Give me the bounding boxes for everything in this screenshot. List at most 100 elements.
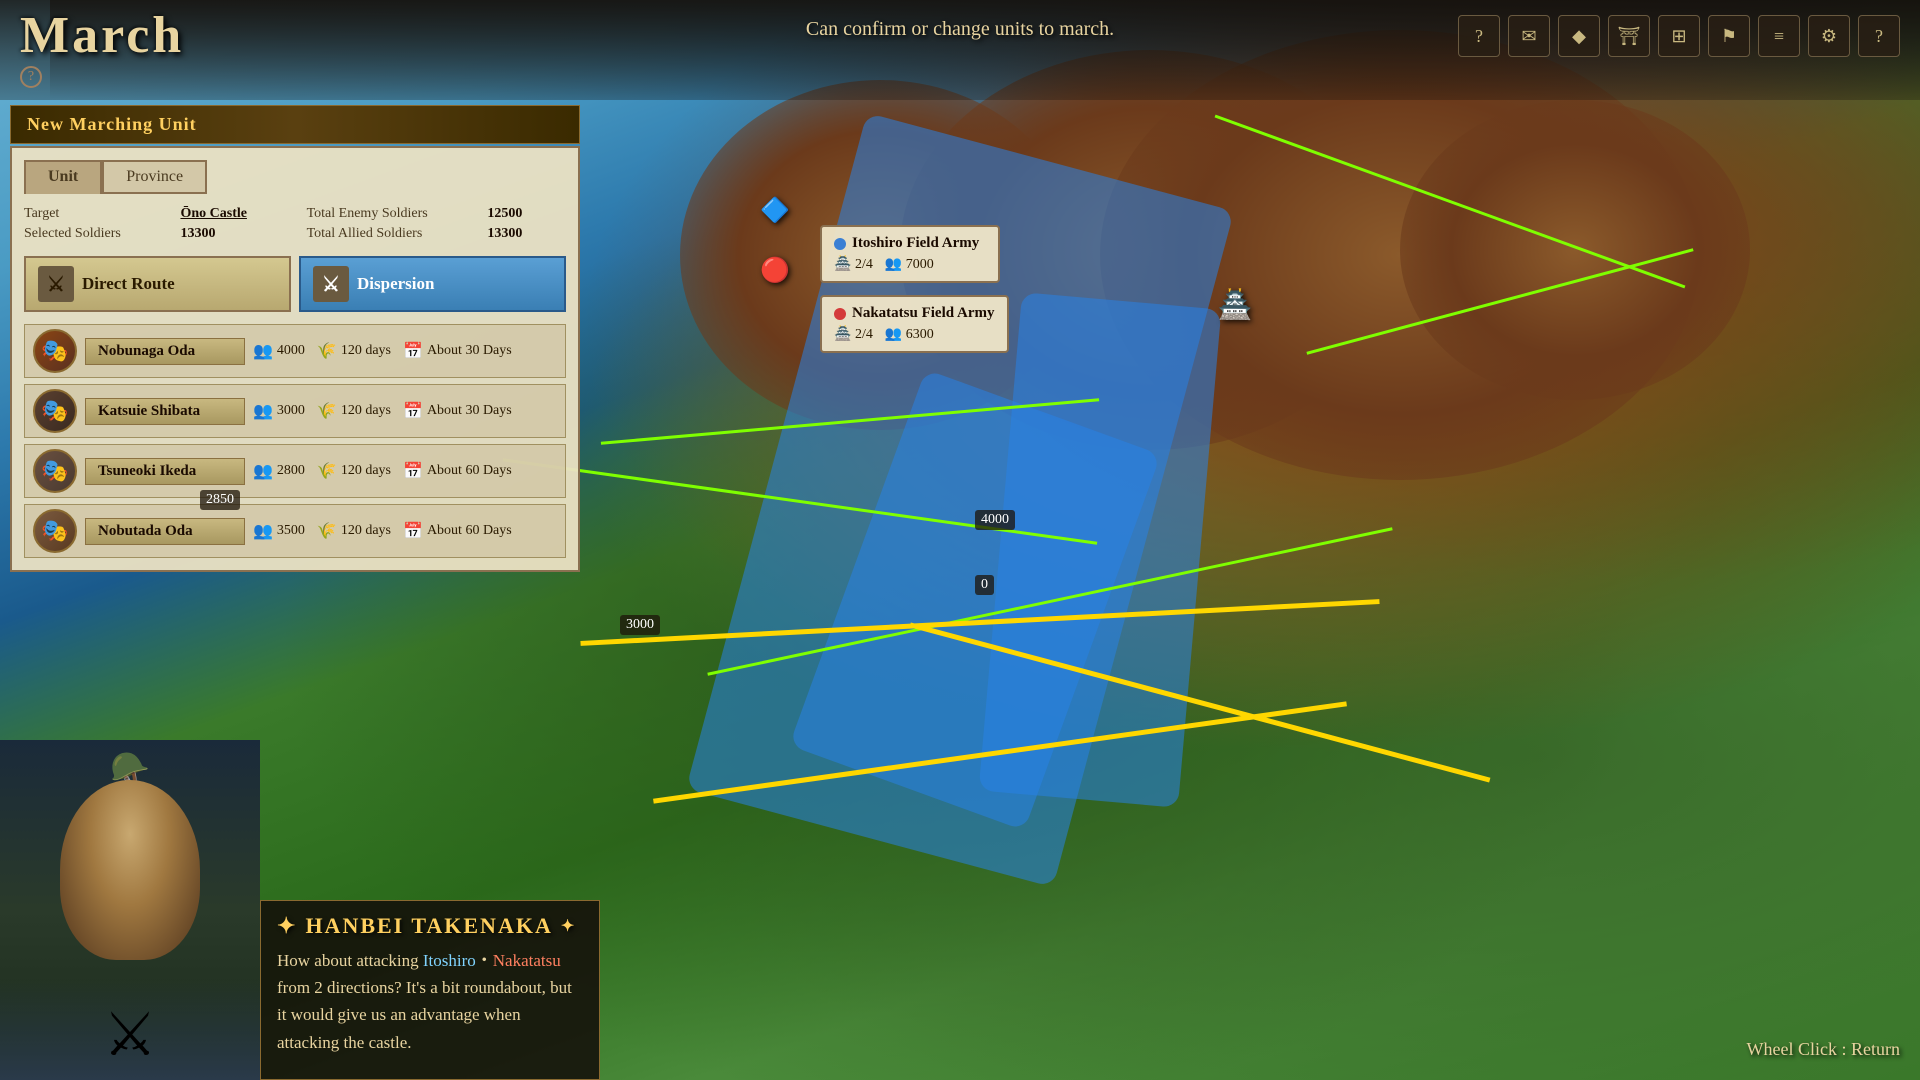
- soldiers-value-nobunaga: 4000: [277, 343, 305, 359]
- enemy-soldiers-value: 12500: [487, 206, 566, 222]
- soldiers-icon-4: 👥: [253, 521, 273, 541]
- commander-avatar-nobunaga: 🎭: [33, 329, 77, 373]
- castle-icon-map: 🏯: [1220, 290, 1250, 320]
- direct-route-label: Direct Route: [82, 274, 175, 294]
- panel-header-title: New Marching Unit: [27, 114, 563, 135]
- unit-label-0a: 0: [975, 575, 994, 595]
- toolbar-grid-btn[interactable]: ⊞: [1658, 15, 1700, 57]
- portrait-body: ⚔: [0, 980, 260, 1080]
- stat-supply-katsuie: 🌾 120 days: [317, 401, 391, 421]
- stat-march-nobunaga: 📅 About 30 Days: [403, 341, 512, 361]
- toolbar-diamond-btn[interactable]: ◆: [1558, 15, 1600, 57]
- march-value-tsuneoki: About 60 Days: [427, 463, 512, 479]
- supply-icon-4: 🌾: [317, 521, 337, 541]
- stat-march-katsuie: 📅 About 30 Days: [403, 401, 512, 421]
- commander-list: 🎭 Nobunaga Oda 👥 4000 🌾 120 days 📅 About…: [24, 324, 566, 558]
- army-name-nakatatsu: Nakatatsu Field Army: [834, 305, 995, 322]
- commander-stats-katsuie: 👥 3000 🌾 120 days 📅 About 30 Days: [253, 401, 512, 421]
- commander-stats-nobutada: 👥 3500 🌾 120 days 📅 About 60 Days: [253, 521, 512, 541]
- direct-route-avatar: ⚔: [38, 266, 74, 302]
- commander-name-nobutada: Nobutada Oda: [85, 518, 245, 545]
- soldiers-value-tsuneoki: 2800: [277, 463, 305, 479]
- dispersion-label: Dispersion: [357, 274, 434, 294]
- supply-value-tsuneoki: 120 days: [341, 463, 391, 479]
- stat-soldiers-nobutada: 👥 3500: [253, 521, 305, 541]
- commander-stats-tsuneoki: 👥 2800 🌾 120 days 📅 About 60 Days: [253, 461, 512, 481]
- allied-soldiers-value: 13300: [487, 226, 566, 242]
- stat-soldiers-katsuie: 👥 3000: [253, 401, 305, 421]
- highlight-nakatatsu: Nakatatsu: [493, 951, 561, 970]
- mountain-terrain-far-right: [1400, 100, 1750, 400]
- army-soldiers-itoshiro: 👥 7000: [885, 256, 934, 273]
- stat-supply-tsuneoki: 🌾 120 days: [317, 461, 391, 481]
- center-message: Can confirm or change units to march.: [806, 18, 1114, 41]
- game-title: March: [20, 10, 184, 62]
- army-tooltip-itoshiro: Itoshiro Field Army 🏯 2/4 👥 7000: [820, 225, 1000, 283]
- commander-row-katsuie[interactable]: 🎭 Katsuie Shibata 👥 3000 🌾 120 days 📅 Ab…: [24, 384, 566, 438]
- unit-label-3000: 3000: [620, 615, 660, 635]
- char-name-decoration: ✦: [277, 913, 297, 939]
- supply-icon-2: 🌾: [317, 401, 337, 421]
- march-icon-4: 📅: [403, 521, 423, 541]
- commander-avatar-katsuie: 🎭: [33, 389, 77, 433]
- toolbar-list-btn[interactable]: ≡: [1758, 15, 1800, 57]
- soldiers-icon-2: 👥: [253, 401, 273, 421]
- tabs-container: Unit Province: [24, 160, 566, 194]
- title-area: March ?: [20, 10, 184, 88]
- panel-content: Unit Province Target Ōno Castle Total En…: [10, 146, 580, 572]
- bottom-right-hint: Wheel Click : Return: [1747, 1039, 1900, 1060]
- dialogue-box: ✦ Hanbei Takenaka ✦ How about attacking …: [260, 900, 600, 1080]
- character-portrait: 🪖 ⚔: [0, 740, 260, 1080]
- soldiers-value-nobutada: 3500: [277, 523, 305, 539]
- allied-soldiers-label: Total Allied Soldiers: [307, 226, 472, 242]
- character-panel: 🪖 ⚔ ✦ Hanbei Takenaka ✦ How about attack…: [0, 740, 600, 1080]
- highlight-itoshiro: Itoshiro: [423, 951, 476, 970]
- stat-soldiers-nobunaga: 👥 4000: [253, 341, 305, 361]
- commander-avatar-nobutada: 🎭: [33, 509, 77, 553]
- army-dot-blue: [834, 238, 846, 250]
- army-soldiers-nakatatsu: 👥 6300: [885, 326, 934, 343]
- march-value-nobutada: About 60 Days: [427, 523, 512, 539]
- unit-label-4000: 4000: [975, 510, 1015, 530]
- commander-row-nobunaga[interactable]: 🎭 Nobunaga Oda 👥 4000 🌾 120 days 📅 About…: [24, 324, 566, 378]
- commander-row-tsuneoki[interactable]: 🎭 Tsuneoki Ikeda 👥 2800 🌾 120 days 📅 Abo…: [24, 444, 566, 498]
- stat-supply-nobunaga: 🌾 120 days: [317, 341, 391, 361]
- soldiers-icon: 👥: [253, 341, 273, 361]
- supply-icon-3: 🌾: [317, 461, 337, 481]
- supply-icon: 🌾: [317, 341, 337, 361]
- toolbar-help-btn[interactable]: ?: [1458, 15, 1500, 57]
- left-panel: New Marching Unit Unit Province Target Ō…: [10, 105, 580, 572]
- tab-province[interactable]: Province: [102, 160, 207, 194]
- selected-soldiers-value: 13300: [180, 226, 290, 242]
- toolbar-settings-btn[interactable]: ⚙: [1808, 15, 1850, 57]
- char-name-decoration-right: ✦: [561, 916, 576, 936]
- toolbar-tower-btn[interactable]: ⛩: [1608, 15, 1650, 57]
- tab-unit[interactable]: Unit: [24, 160, 102, 194]
- commander-row-nobutada[interactable]: 🎭 Nobutada Oda 👥 3500 🌾 120 days 📅 About…: [24, 504, 566, 558]
- char-name-text: Hanbei Takenaka: [305, 913, 552, 939]
- direct-route-btn[interactable]: ⚔ Direct Route: [24, 256, 291, 312]
- panel-header: New Marching Unit: [10, 105, 580, 144]
- route-buttons: ⚔ Direct Route ⚔ Dispersion: [24, 256, 566, 312]
- soldiers-value-katsuie: 3000: [277, 403, 305, 419]
- commander-stats-nobunaga: 👥 4000 🌾 120 days 📅 About 30 Days: [253, 341, 512, 361]
- enemy-soldiers-label: Total Enemy Soldiers: [307, 206, 472, 222]
- dispersion-btn[interactable]: ⚔ Dispersion: [299, 256, 566, 312]
- army-stats-itoshiro: 🏯 2/4 👥 7000: [834, 256, 986, 273]
- stat-soldiers-tsuneoki: 👥 2800: [253, 461, 305, 481]
- march-value-katsuie: About 30 Days: [427, 403, 512, 419]
- title-help-icon[interactable]: ?: [20, 66, 42, 88]
- supply-value-nobunaga: 120 days: [341, 343, 391, 359]
- toolbar-message-btn[interactable]: ✉: [1508, 15, 1550, 57]
- army-tooltip-nakatatsu: Nakatatsu Field Army 🏯 2/4 👥 6300: [820, 295, 1009, 353]
- army-units-nakatatsu: 🏯 2/4: [834, 326, 873, 343]
- toolbar-info-btn[interactable]: ?: [1858, 15, 1900, 57]
- target-castle: Ōno Castle: [180, 206, 290, 222]
- commander-name-katsuie: Katsuie Shibata: [85, 398, 245, 425]
- selected-soldiers-label: Selected Soldiers: [24, 226, 164, 242]
- march-value-nobunaga: About 30 Days: [427, 343, 512, 359]
- toolbar-flag-btn[interactable]: ⚑: [1708, 15, 1750, 57]
- character-name: ✦ Hanbei Takenaka ✦: [277, 913, 583, 939]
- stat-march-tsuneoki: 📅 About 60 Days: [403, 461, 512, 481]
- commander-avatar-tsuneoki: 🎭: [33, 449, 77, 493]
